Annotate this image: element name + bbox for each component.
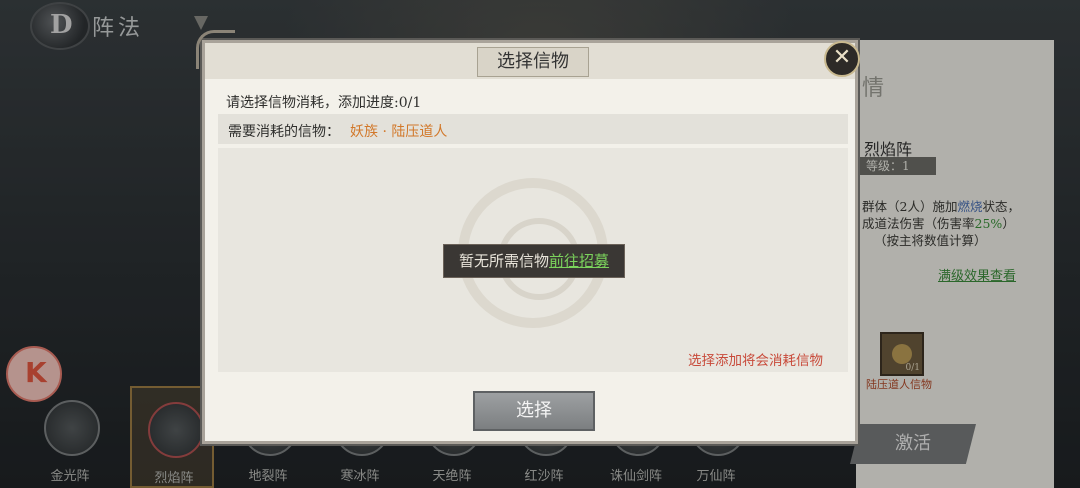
close-button[interactable]: ✕ <box>824 41 860 77</box>
required-token-row: 需要消耗的信物： 妖族 · 陆压道人 <box>218 114 848 144</box>
dialog-header: 选择信物 <box>205 43 855 79</box>
consume-warning: 选择添加将会消耗信物 <box>688 353 823 369</box>
required-token-value: 妖族 · 陆压道人 <box>350 124 448 140</box>
empty-tip-text: 暂无所需信物 <box>458 252 549 270</box>
go-recruit-link[interactable]: 前往招募 <box>549 252 609 270</box>
progress-text: 请选择信物消耗，添加进度:0/1 <box>226 95 422 111</box>
corner-ornament <box>196 30 235 69</box>
required-token-label: 需要消耗的信物： <box>228 124 340 140</box>
select-button[interactable]: 选择 <box>473 391 595 431</box>
dialog-title: 选择信物 <box>477 47 589 77</box>
empty-tip: 暂无所需信物前往招募 <box>443 244 625 278</box>
